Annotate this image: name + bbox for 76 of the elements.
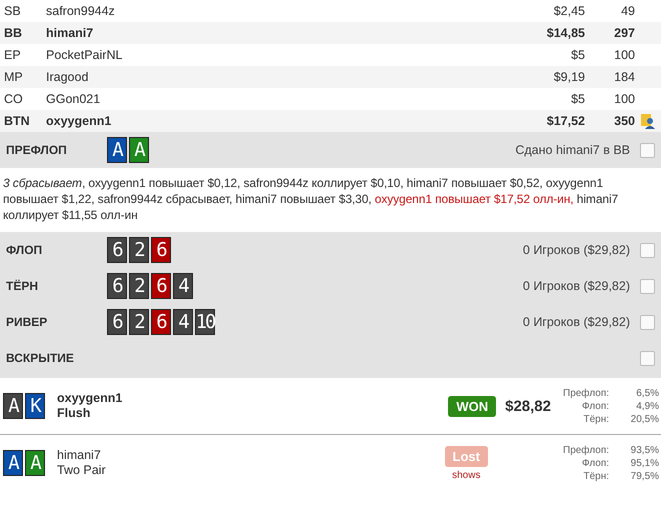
player-name: oxyygenn1	[57, 391, 124, 406]
equity-value: 4,9%	[635, 400, 660, 412]
checkbox[interactable]	[640, 142, 655, 158]
player-name: GGon021	[46, 92, 102, 106]
pot-info: 0 Игроков ($29,82)	[522, 279, 630, 293]
big-blinds-count: 350	[613, 114, 635, 128]
checkbox[interactable]	[640, 278, 655, 294]
big-blinds-count: 297	[613, 26, 635, 40]
big-blinds-count: 100	[613, 48, 635, 62]
big-blinds-count: 184	[613, 70, 635, 84]
shows-label: shows	[452, 470, 480, 480]
player-name: Iragood	[46, 70, 90, 84]
player-name: safron9944z	[46, 4, 116, 18]
equity-value: 20,5%	[630, 412, 660, 426]
street-title: ТЁРН	[6, 279, 40, 293]
playing-card: A	[25, 450, 45, 476]
hand-name: Two Pair	[57, 463, 107, 478]
equity-label: Префлоп:	[563, 386, 610, 400]
result-badge: WON	[448, 396, 496, 416]
position-label: CO	[4, 92, 24, 106]
position-label: EP	[4, 48, 22, 62]
playing-card: 2	[129, 309, 149, 335]
playing-card: A	[129, 137, 149, 163]
equity-value: 95,1%	[630, 456, 660, 470]
checkbox[interactable]	[640, 314, 655, 330]
player-name: oxyygenn1	[46, 114, 112, 128]
playing-card: A	[107, 137, 127, 163]
result-badge: Lost	[444, 446, 488, 466]
won-amount: $28,82	[505, 398, 551, 414]
playing-card: 6	[107, 273, 127, 299]
playing-card: 6	[151, 237, 171, 263]
big-blinds-count: 49	[620, 4, 635, 18]
stack-amount: $2,45	[552, 4, 585, 18]
playing-card: 4	[173, 309, 193, 335]
hand-name: Flush	[57, 406, 92, 421]
playing-card: 2	[129, 237, 149, 263]
stack-amount: $9,19	[552, 70, 585, 84]
playing-card: 6	[151, 309, 171, 335]
equity-value: 79,5%	[630, 470, 660, 482]
stack-amount: $17,52	[546, 114, 585, 128]
stack-amount: $14,85	[546, 26, 585, 40]
big-blinds-count: 100	[613, 92, 635, 106]
stack-amount: $5	[570, 92, 585, 106]
equity-label: Тёрн:	[582, 470, 610, 482]
playing-card: 2	[129, 273, 149, 299]
equity-label: Тёрн:	[582, 412, 610, 426]
equity-value: 93,5%	[630, 444, 660, 456]
player-name: himani7	[46, 26, 94, 40]
checkbox[interactable]	[640, 242, 655, 258]
playing-card: A	[3, 393, 23, 419]
pot-info: 0 Игроков ($29,82)	[522, 243, 630, 257]
equity-value: 6,5%	[635, 386, 660, 400]
player-name: himani7	[57, 448, 102, 463]
playing-card: K	[25, 393, 45, 419]
equity-label: Флоп:	[581, 400, 610, 412]
street-title: ФЛОП	[6, 243, 44, 257]
dealt-info: Сдано himani7 в BB	[515, 143, 630, 157]
position-label: BTN	[4, 114, 31, 128]
playing-card: 6	[107, 237, 127, 263]
playing-card: 10	[195, 309, 215, 335]
equity-label: Префлоп:	[563, 444, 610, 456]
playing-card: 4	[173, 273, 193, 299]
playing-card: 6	[151, 273, 171, 299]
playing-card: 6	[107, 309, 127, 335]
stack-amount: $5	[570, 48, 585, 62]
pot-info: 0 Игроков ($29,82)	[522, 315, 630, 329]
position-label: BB	[4, 26, 24, 40]
street-title: ПРЕФЛОП	[6, 143, 68, 157]
street-title: ВСКРЫТИЕ	[6, 351, 75, 365]
checkbox[interactable]	[640, 350, 655, 366]
position-label: SB	[4, 4, 22, 18]
player-name: PocketPairNL	[46, 48, 124, 62]
position-label: MP	[4, 70, 24, 84]
playing-card: A	[3, 450, 23, 476]
street-title: РИВЕР	[6, 315, 48, 329]
equity-label: Флоп:	[581, 456, 610, 470]
